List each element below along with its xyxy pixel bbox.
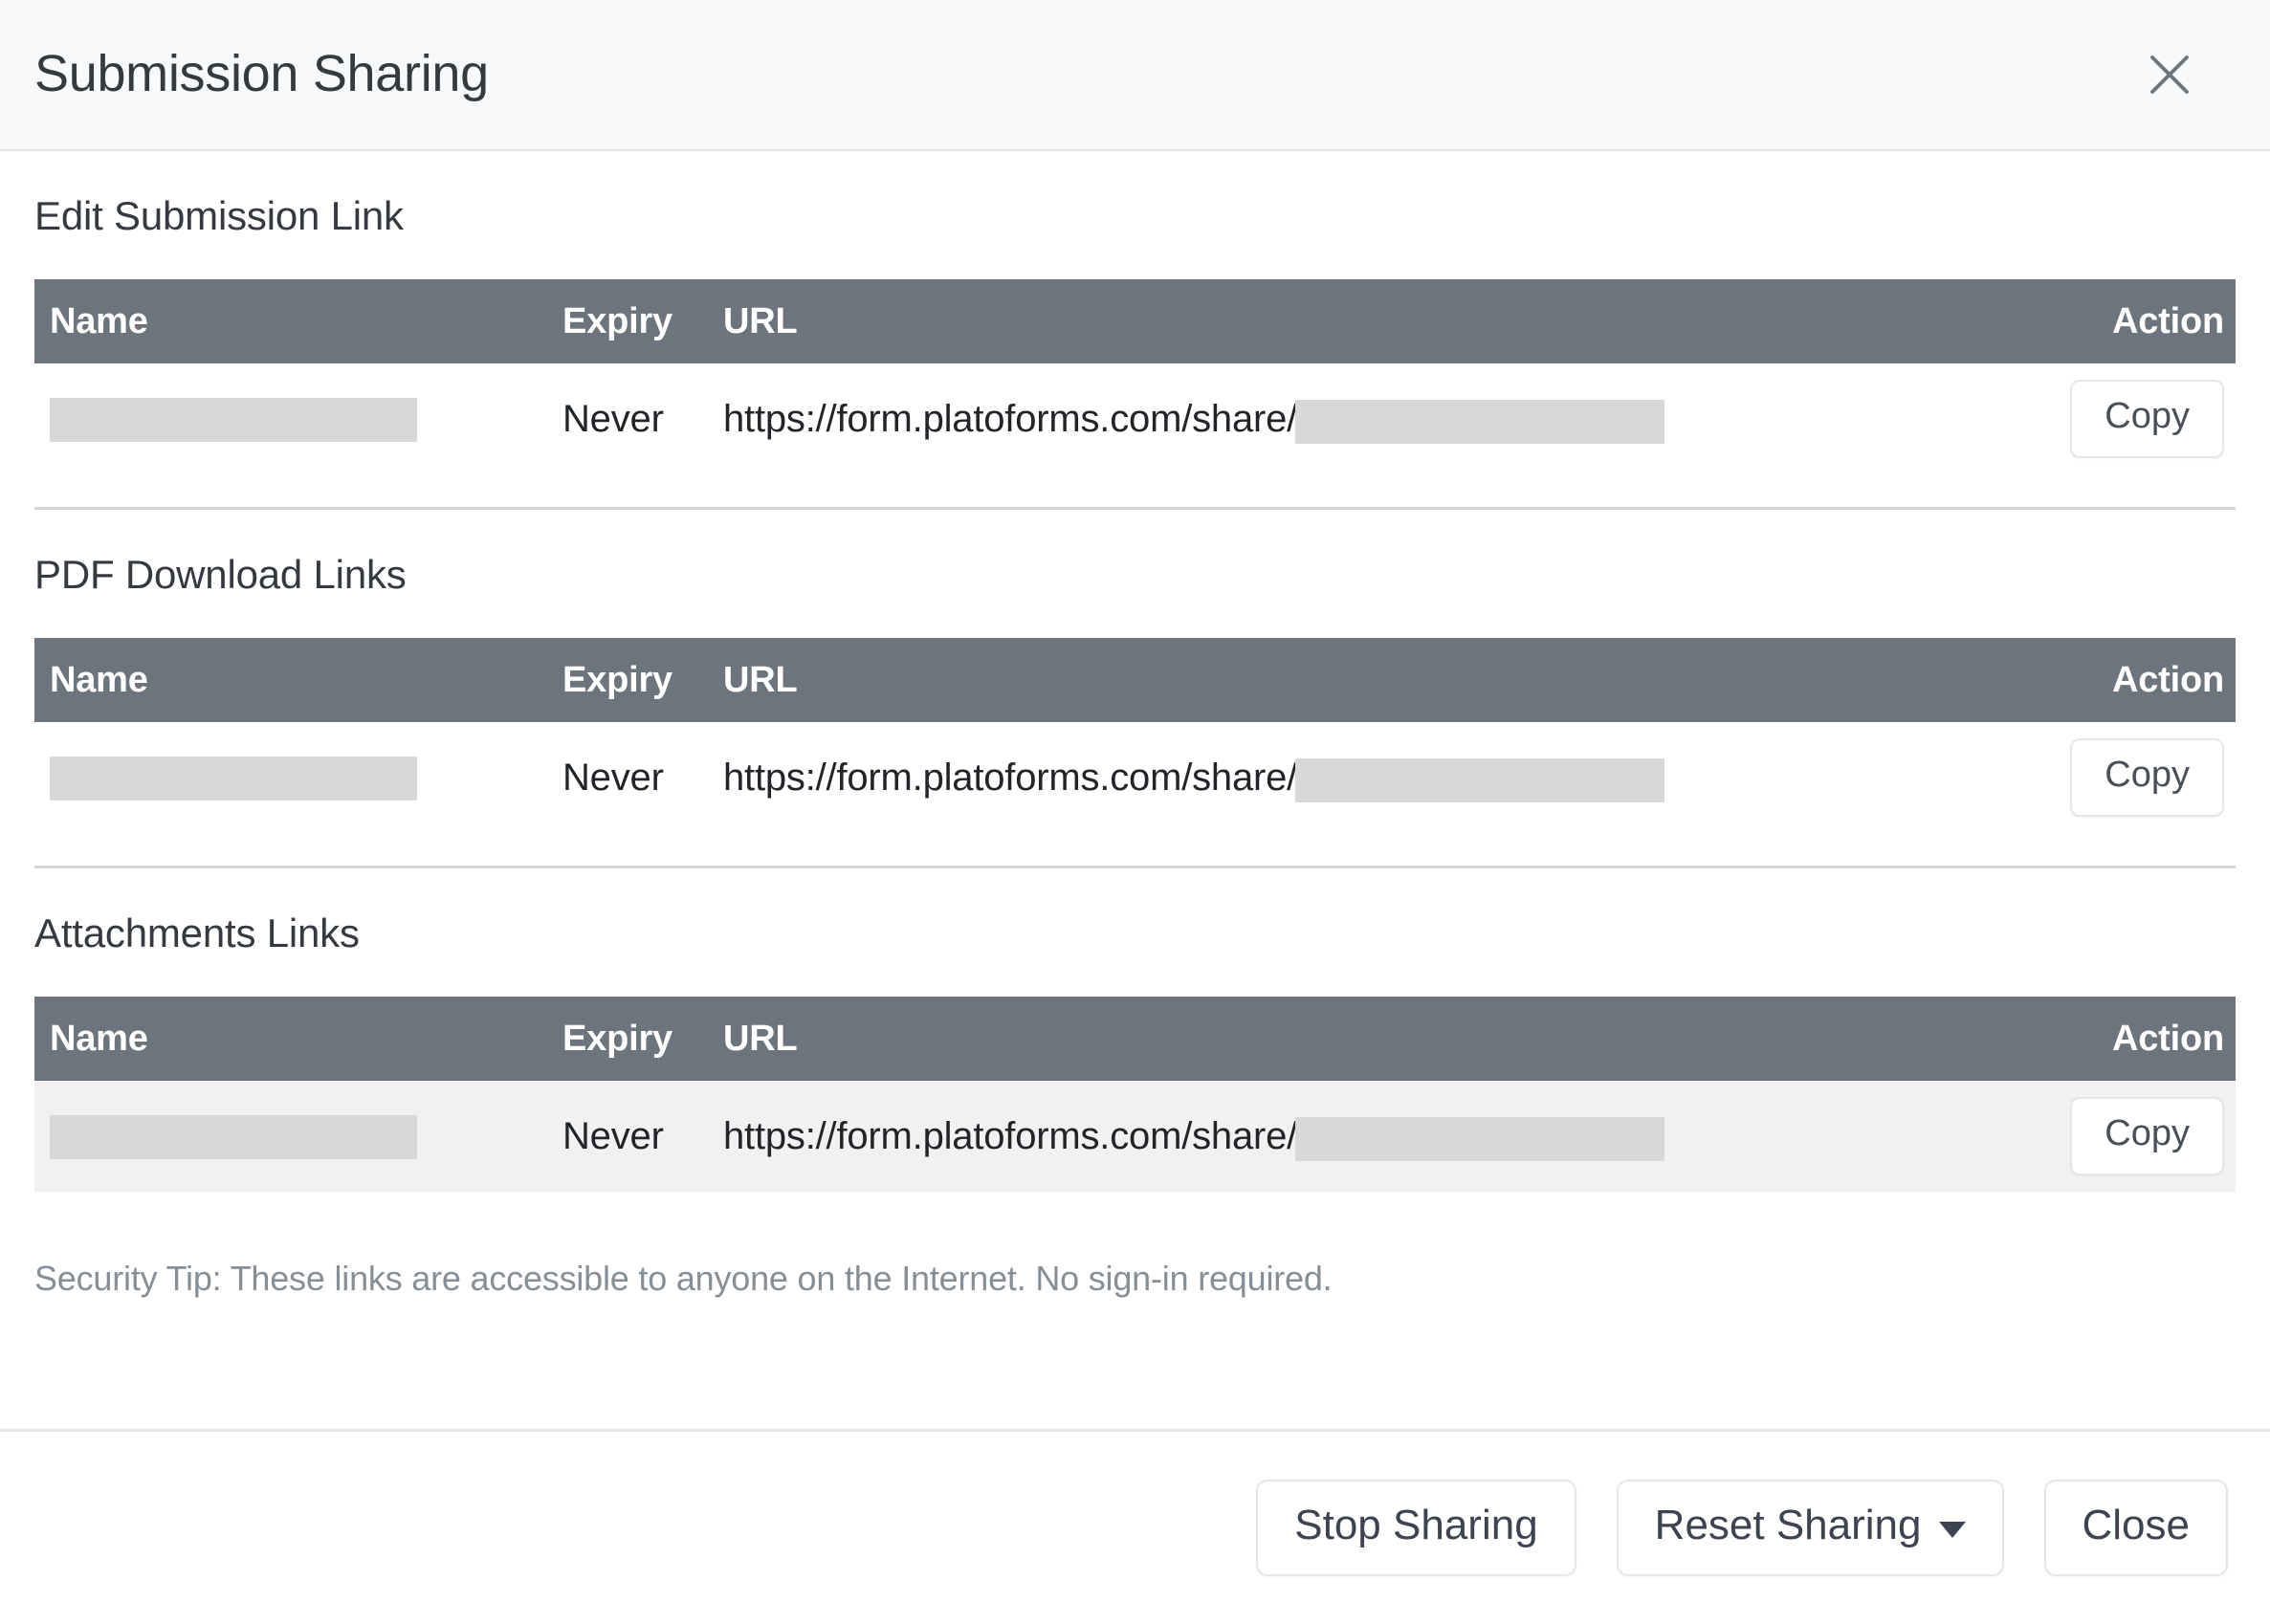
cell-expiry: Never	[562, 1114, 664, 1157]
stop-sharing-label: Stop Sharing	[1294, 1502, 1538, 1549]
dialog-body: Edit Submission Link Name Expiry URL Act…	[0, 151, 2270, 1429]
pdf-download-links-table: Name Expiry URL Action Never https://for…	[34, 638, 2236, 833]
table-header: Name Expiry URL Action	[34, 279, 2236, 363]
table-header: Name Expiry URL Action	[34, 997, 2236, 1081]
dialog-header: Submission Sharing	[0, 0, 2270, 151]
table-header-row: Name Expiry URL Action	[34, 279, 2236, 363]
cell-url: https://form.platoforms.com/share/	[708, 722, 1949, 833]
cell-name	[34, 363, 562, 474]
cell-url: https://form.platoforms.com/share/	[708, 363, 1949, 474]
column-header-action: Action	[2111, 659, 2224, 700]
section-heading: PDF Download Links	[34, 552, 407, 597]
redacted-url-token	[1295, 399, 1665, 444]
column-header-action: Action	[2111, 300, 2224, 341]
column-header-name: Name	[50, 300, 148, 341]
column-header-name: Name	[50, 659, 148, 700]
cell-action: Copy	[1949, 1081, 2236, 1192]
table-body: Never https://form.platoforms.com/share/…	[34, 363, 2236, 474]
table-header-row: Name Expiry URL Action	[34, 638, 2236, 722]
cell-action: Copy	[1949, 363, 2236, 474]
column-header-expiry: Expiry	[562, 1018, 672, 1059]
cell-expiry: Never	[562, 397, 664, 440]
dialog-footer: Stop Sharing Reset Sharing Close	[0, 1429, 2270, 1624]
section-heading: Edit Submission Link	[34, 193, 404, 238]
redacted-url-token	[1295, 1116, 1665, 1161]
table-header: Name Expiry URL Action	[34, 638, 2236, 722]
copy-button[interactable]: Copy	[2070, 380, 2224, 458]
close-dialog-button[interactable]: Close	[2043, 1480, 2228, 1576]
cell-expiry: Never	[562, 756, 664, 799]
page-title: Submission Sharing	[34, 45, 489, 103]
column-header-action: Action	[2111, 1018, 2224, 1059]
column-header-expiry: Expiry	[562, 300, 672, 341]
redacted-name-value	[50, 397, 417, 442]
close-icon	[2144, 49, 2195, 100]
url-text: https://form.platoforms.com/share/	[723, 1115, 1298, 1158]
section-edit-submission-link: Edit Submission Link Name Expiry URL Act…	[34, 193, 2236, 474]
table-row: Never https://form.platoforms.com/share/…	[34, 363, 2236, 474]
submission-sharing-dialog: Submission Sharing Edit Submission Link …	[0, 0, 2270, 1624]
section-heading: Attachments Links	[34, 911, 360, 955]
column-header-url: URL	[723, 1018, 798, 1059]
section-divider	[34, 507, 2236, 510]
table-body: Never https://form.platoforms.com/share/…	[34, 722, 2236, 833]
cell-name	[34, 1081, 562, 1192]
redacted-name-value	[50, 756, 417, 801]
section-attachments-links: Attachments Links Name Expiry URL Action	[34, 911, 2236, 1192]
copy-button[interactable]: Copy	[2070, 1097, 2224, 1175]
section-pdf-download-links: PDF Download Links Name Expiry URL Actio…	[34, 552, 2236, 833]
edit-submission-link-table: Name Expiry URL Action Never https://for…	[34, 279, 2236, 474]
table-body: Never https://form.platoforms.com/share/…	[34, 1081, 2236, 1192]
chevron-down-icon	[1938, 1521, 1966, 1538]
close-label: Close	[2082, 1502, 2191, 1549]
attachments-links-table: Name Expiry URL Action Never https://for…	[34, 997, 2236, 1192]
cell-action: Copy	[1949, 722, 2236, 833]
column-header-url: URL	[723, 300, 798, 341]
section-divider	[34, 866, 2236, 868]
copy-button[interactable]: Copy	[2070, 738, 2224, 817]
close-button[interactable]	[2128, 33, 2211, 116]
column-header-url: URL	[723, 659, 798, 700]
url-text: https://form.platoforms.com/share/	[723, 757, 1298, 800]
column-header-name: Name	[50, 1018, 148, 1059]
column-header-expiry: Expiry	[562, 659, 672, 700]
stop-sharing-button[interactable]: Stop Sharing	[1256, 1480, 1576, 1576]
table-row: Never https://form.platoforms.com/share/…	[34, 1081, 2236, 1192]
security-tip-text: Security Tip: These links are accessible…	[34, 1259, 1333, 1298]
redacted-url-token	[1295, 757, 1665, 802]
table-row: Never https://form.platoforms.com/share/…	[34, 722, 2236, 833]
redacted-name-value	[50, 1114, 417, 1159]
url-text: https://form.platoforms.com/share/	[723, 398, 1298, 441]
cell-url: https://form.platoforms.com/share/	[708, 1081, 1949, 1192]
table-header-row: Name Expiry URL Action	[34, 997, 2236, 1081]
reset-sharing-dropdown-button[interactable]: Reset Sharing	[1616, 1480, 2004, 1576]
cell-name	[34, 722, 562, 833]
reset-sharing-label: Reset Sharing	[1654, 1502, 1922, 1549]
